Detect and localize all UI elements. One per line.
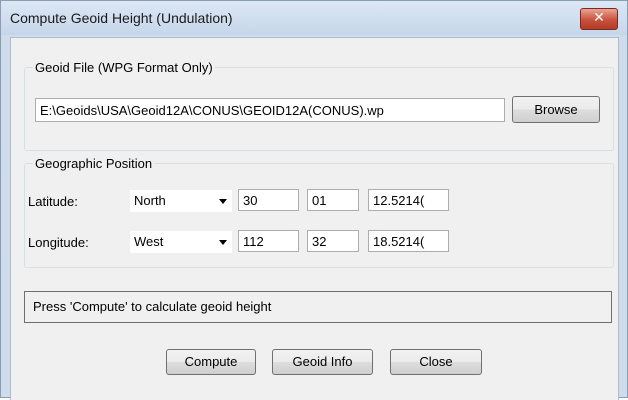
- browse-button[interactable]: Browse: [512, 96, 600, 123]
- dialog-body: Geoid File (WPG Format Only) E:\Geoids\U…: [10, 37, 619, 400]
- geoid-file-legend: Geoid File (WPG Format Only): [35, 60, 213, 75]
- close-icon: ✕: [593, 10, 605, 26]
- longitude-degrees-field[interactable]: 112: [238, 230, 299, 252]
- longitude-hemisphere-value: West: [134, 234, 164, 249]
- dialog-window: Compute Geoid Height (Undulation) ✕ Geoi…: [0, 0, 628, 400]
- close-window-button[interactable]: ✕: [580, 8, 618, 30]
- longitude-minutes-field[interactable]: 32: [307, 230, 359, 252]
- geoid-info-button[interactable]: Geoid Info: [272, 349, 373, 375]
- longitude-hemisphere-select[interactable]: West: [130, 231, 232, 253]
- chevron-down-icon: [219, 240, 227, 245]
- close-button[interactable]: Close: [390, 349, 482, 375]
- latitude-minutes-field[interactable]: 01: [307, 189, 359, 211]
- geographic-position-legend: Geographic Position: [35, 156, 153, 171]
- chevron-down-icon: [219, 199, 227, 204]
- latitude-degrees-field[interactable]: 30: [238, 189, 299, 211]
- longitude-seconds-field[interactable]: 18.5214(: [368, 230, 449, 252]
- geoid-file-path-field[interactable]: E:\Geoids\USA\Geoid12A\CONUS\GEOID12A(CO…: [35, 98, 505, 122]
- latitude-hemisphere-value: North: [134, 193, 166, 208]
- latitude-seconds-field[interactable]: 12.5214(: [368, 189, 449, 211]
- longitude-label: Longitude:: [28, 235, 89, 250]
- status-message: Press 'Compute' to calculate geoid heigh…: [24, 291, 612, 323]
- title-bar[interactable]: Compute Geoid Height (Undulation) ✕: [1, 1, 627, 35]
- compute-button[interactable]: Compute: [166, 349, 256, 375]
- latitude-label: Latitude:: [28, 194, 78, 209]
- latitude-hemisphere-select[interactable]: North: [130, 190, 232, 212]
- window-title: Compute Geoid Height (Undulation): [10, 10, 233, 26]
